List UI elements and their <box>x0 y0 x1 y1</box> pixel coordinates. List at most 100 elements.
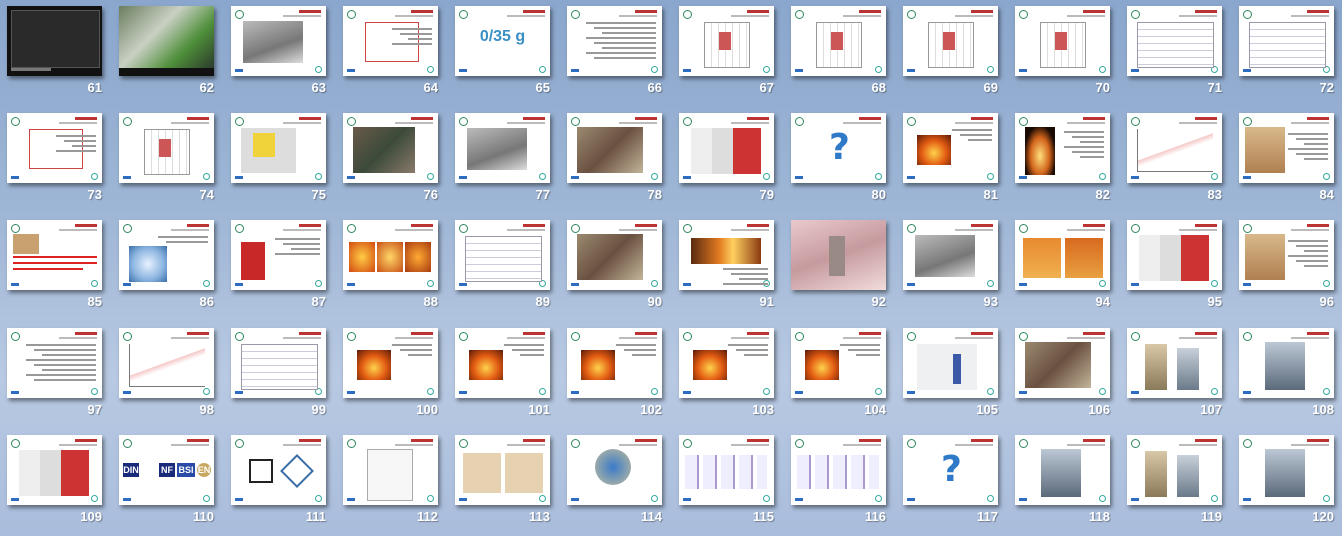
slide-thumbnail-98[interactable]: 98 <box>112 322 224 429</box>
slide-thumbnail-104[interactable]: 104 <box>784 322 896 429</box>
slide-thumbnail-114[interactable]: 114 <box>560 429 672 536</box>
slide-preview[interactable] <box>791 220 886 290</box>
slide-preview[interactable]: ? <box>791 113 886 183</box>
slide-preview[interactable] <box>119 6 214 76</box>
slide-thumbnail-78[interactable]: 78 <box>560 107 672 214</box>
slide-thumbnail-95[interactable]: 95 <box>1120 214 1232 321</box>
slide-thumbnail-73[interactable]: 73 <box>0 107 112 214</box>
slide-preview[interactable] <box>343 328 438 398</box>
slide-preview[interactable] <box>791 328 886 398</box>
slide-preview[interactable] <box>679 435 774 505</box>
slide-preview[interactable] <box>119 328 214 398</box>
slide-thumbnail-77[interactable]: 77 <box>448 107 560 214</box>
slide-thumbnail-112[interactable]: 112 <box>336 429 448 536</box>
slide-thumbnail-75[interactable]: 75 <box>224 107 336 214</box>
slide-thumbnail-99[interactable]: 99 <box>224 322 336 429</box>
slide-thumbnail-100[interactable]: 100 <box>336 322 448 429</box>
slide-thumbnail-91[interactable]: 91 <box>672 214 784 321</box>
slide-thumbnail-84[interactable]: 84 <box>1232 107 1342 214</box>
slide-thumbnail-120[interactable]: 120 <box>1232 429 1342 536</box>
slide-thumbnail-71[interactable]: 71 <box>1120 0 1232 107</box>
slide-thumbnail-108[interactable]: 108 <box>1232 322 1342 429</box>
slide-thumbnail-66[interactable]: 66 <box>560 0 672 107</box>
slide-thumbnail-64[interactable]: 64 <box>336 0 448 107</box>
slide-thumbnail-65[interactable]: 0/35 g 65 <box>448 0 560 107</box>
slide-thumbnail-82[interactable]: 82 <box>1008 107 1120 214</box>
slide-preview[interactable] <box>7 328 102 398</box>
slide-preview[interactable] <box>1239 435 1334 505</box>
slide-preview[interactable] <box>791 435 886 505</box>
slide-thumbnail-79[interactable]: 79 <box>672 107 784 214</box>
slide-thumbnail-88[interactable]: 88 <box>336 214 448 321</box>
slide-thumbnail-85[interactable]: 85 <box>0 214 112 321</box>
slide-thumbnail-81[interactable]: 81 <box>896 107 1008 214</box>
slide-preview[interactable] <box>679 220 774 290</box>
slide-thumbnail-111[interactable]: 111 <box>224 429 336 536</box>
slide-thumbnail-72[interactable]: 72 <box>1232 0 1342 107</box>
slide-preview[interactable] <box>231 113 326 183</box>
slide-preview[interactable] <box>567 113 662 183</box>
slide-thumbnail-113[interactable]: 113 <box>448 429 560 536</box>
slide-preview[interactable] <box>1127 328 1222 398</box>
slide-preview[interactable] <box>1127 113 1222 183</box>
slide-thumbnail-102[interactable]: 102 <box>560 322 672 429</box>
slide-thumbnail-86[interactable]: 86 <box>112 214 224 321</box>
slide-preview[interactable] <box>343 113 438 183</box>
slide-thumbnail-97[interactable]: 97 <box>0 322 112 429</box>
slide-thumbnail-106[interactable]: 106 <box>1008 322 1120 429</box>
slide-preview[interactable] <box>567 435 662 505</box>
slide-thumbnail-96[interactable]: 96 <box>1232 214 1342 321</box>
slide-thumbnail-109[interactable]: 109 <box>0 429 112 536</box>
slide-preview[interactable]: ? <box>903 435 998 505</box>
slide-preview[interactable] <box>231 6 326 76</box>
slide-preview[interactable] <box>1015 328 1110 398</box>
slide-thumbnail-103[interactable]: 103 <box>672 322 784 429</box>
slide-preview[interactable] <box>119 113 214 183</box>
slide-preview[interactable] <box>1015 113 1110 183</box>
slide-preview[interactable] <box>903 6 998 76</box>
slide-thumbnail-110[interactable]: DIN NF BSI EN 110 <box>112 429 224 536</box>
slide-preview[interactable] <box>1015 6 1110 76</box>
slide-preview[interactable] <box>455 435 550 505</box>
slide-preview[interactable]: 0/35 g <box>455 6 550 76</box>
slide-preview[interactable] <box>679 6 774 76</box>
slide-thumbnail-118[interactable]: 118 <box>1008 429 1120 536</box>
slide-thumbnail-89[interactable]: 89 <box>448 214 560 321</box>
slide-preview[interactable] <box>1239 6 1334 76</box>
slide-preview[interactable] <box>1239 328 1334 398</box>
slide-preview[interactable] <box>343 220 438 290</box>
slide-preview[interactable] <box>343 6 438 76</box>
slide-thumbnail-70[interactable]: 70 <box>1008 0 1120 107</box>
slide-thumbnail-101[interactable]: 101 <box>448 322 560 429</box>
slide-thumbnail-93[interactable]: 93 <box>896 214 1008 321</box>
slide-thumbnail-69[interactable]: 69 <box>896 0 1008 107</box>
slide-preview[interactable] <box>7 113 102 183</box>
slide-thumbnail-117[interactable]: ? 117 <box>896 429 1008 536</box>
slide-preview[interactable] <box>343 435 438 505</box>
slide-thumbnail-62[interactable]: 62 <box>112 0 224 107</box>
slide-preview[interactable] <box>1015 435 1110 505</box>
slide-preview[interactable] <box>903 113 998 183</box>
slide-thumbnail-94[interactable]: 94 <box>1008 214 1120 321</box>
slide-preview[interactable] <box>455 220 550 290</box>
slide-preview[interactable] <box>7 435 102 505</box>
slide-thumbnail-76[interactable]: 76 <box>336 107 448 214</box>
slide-thumbnail-119[interactable]: 119 <box>1120 429 1232 536</box>
slide-preview[interactable] <box>1127 220 1222 290</box>
slide-preview[interactable] <box>231 435 326 505</box>
slide-thumbnail-115[interactable]: 115 <box>672 429 784 536</box>
slide-preview[interactable] <box>7 220 102 290</box>
slide-preview[interactable] <box>567 6 662 76</box>
slide-thumbnail-61[interactable]: 61 <box>0 0 112 107</box>
slide-thumbnail-63[interactable]: 63 <box>224 0 336 107</box>
slide-preview[interactable] <box>1239 220 1334 290</box>
slide-preview[interactable] <box>903 220 998 290</box>
slide-preview[interactable] <box>1239 113 1334 183</box>
slide-thumbnail-68[interactable]: 68 <box>784 0 896 107</box>
slide-preview[interactable] <box>119 220 214 290</box>
slide-thumbnail-74[interactable]: 74 <box>112 107 224 214</box>
slide-preview[interactable] <box>1127 6 1222 76</box>
slide-thumbnail-80[interactable]: ? 80 <box>784 107 896 214</box>
slide-thumbnail-116[interactable]: 116 <box>784 429 896 536</box>
slide-preview[interactable] <box>1015 220 1110 290</box>
